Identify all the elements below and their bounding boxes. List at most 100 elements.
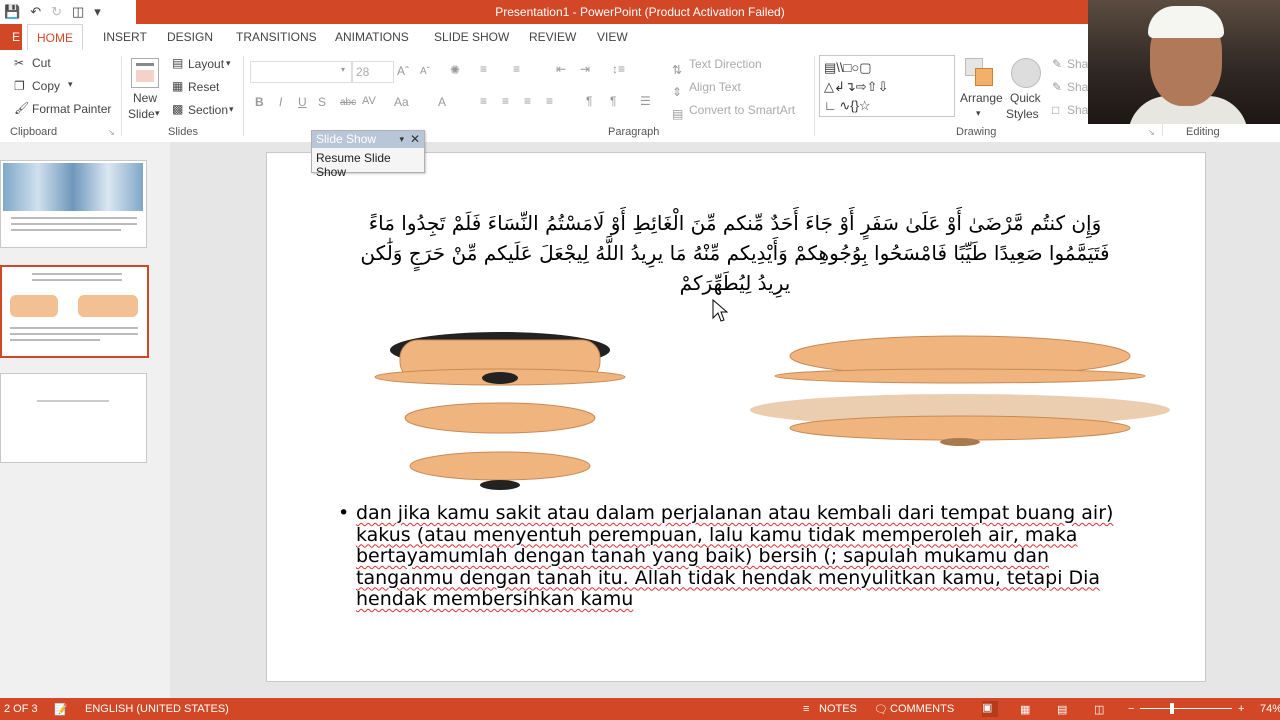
- shape-fill-button[interactable]: Sha: [1067, 57, 1088, 71]
- tayammum-illustration[interactable]: [340, 320, 1200, 500]
- shapes-icon[interactable]: ▤\\□○▢ △↲↴⇨⇧⇩ ∟ ∿{}☆: [820, 56, 954, 117]
- bold-icon[interactable]: B: [255, 95, 264, 109]
- undo-icon[interactable]: ↶: [30, 4, 41, 20]
- toolbar-options-icon[interactable]: ▾: [399, 131, 404, 148]
- slideshow-view-icon[interactable]: ◫: [1094, 703, 1104, 716]
- comments-icon: 🗨: [874, 704, 888, 716]
- tab-home[interactable]: HOME: [27, 24, 83, 51]
- italic-icon[interactable]: I: [279, 95, 282, 109]
- copy-dropdown-icon[interactable]: ▾: [68, 79, 73, 90]
- slide-thumbnail-2[interactable]: [0, 265, 149, 358]
- layout-dropdown-icon[interactable]: ▾: [226, 58, 231, 69]
- section-icon: ▩: [172, 102, 184, 116]
- window-title: Presentation1 - PowerPoint (Product Acti…: [495, 5, 785, 19]
- align-text-button[interactable]: Align Text: [689, 80, 741, 94]
- convert-smartart-button[interactable]: Convert to SmartArt: [689, 103, 795, 117]
- tab-view[interactable]: VIEW: [597, 30, 628, 44]
- redo-icon[interactable]: ↻: [51, 4, 62, 20]
- font-family-dropdown-icon[interactable]: ▾: [341, 65, 345, 74]
- reading-view-icon[interactable]: ▤: [1057, 703, 1067, 716]
- drawing-launcher-icon[interactable]: ↘: [1148, 128, 1155, 137]
- underline-icon[interactable]: U: [298, 95, 307, 109]
- align-center-icon[interactable]: ≡: [502, 94, 509, 108]
- increase-indent-icon[interactable]: ⇥: [580, 62, 590, 76]
- arrange-button[interactable]: Arrange: [960, 91, 1003, 105]
- strikethrough-icon[interactable]: abc: [340, 97, 356, 108]
- decrease-indent-icon[interactable]: ⇤: [556, 62, 566, 76]
- shadow-icon[interactable]: S: [318, 95, 326, 109]
- font-color-icon[interactable]: A: [438, 95, 446, 109]
- language-indicator[interactable]: ENGLISH (UNITED STATES): [85, 703, 229, 715]
- character-spacing-icon[interactable]: AV: [362, 95, 376, 107]
- tab-insert[interactable]: INSERT: [103, 30, 147, 44]
- align-left-icon[interactable]: ≡: [480, 94, 487, 108]
- layout-button[interactable]: Layout: [188, 57, 224, 71]
- slide-show-toolbar-header[interactable]: Slide Show ▾ ✕: [312, 131, 424, 148]
- numbering-icon[interactable]: ≡: [513, 62, 520, 76]
- section-dropdown-icon[interactable]: ▾: [229, 104, 234, 115]
- start-slideshow-icon[interactable]: ◫: [72, 4, 84, 20]
- zoom-level[interactable]: 74%: [1260, 703, 1280, 715]
- ltr-icon[interactable]: ¶: [586, 94, 592, 108]
- new-slide-label[interactable]: New: [133, 91, 157, 105]
- comments-button[interactable]: COMMENTS: [890, 703, 954, 715]
- notes-button[interactable]: NOTES: [819, 703, 857, 715]
- text-direction-button[interactable]: Text Direction: [689, 57, 762, 71]
- section-button[interactable]: Section: [188, 103, 228, 117]
- slide-counter: 2 OF 3: [4, 703, 38, 715]
- quick-styles-label[interactable]: Quick: [1010, 91, 1041, 105]
- rtl-icon[interactable]: ¶: [610, 94, 616, 108]
- quick-styles-button[interactable]: Styles: [1006, 107, 1039, 121]
- shape-effects-button[interactable]: Sha: [1067, 103, 1088, 117]
- format-painter-button[interactable]: Format Painter: [32, 102, 111, 116]
- copy-button[interactable]: Copy: [32, 79, 60, 93]
- tab-slide-show[interactable]: SLIDE SHOW: [434, 30, 509, 44]
- copy-icon: ❐: [14, 79, 25, 93]
- tab-transitions[interactable]: TRANSITIONS: [236, 30, 317, 44]
- save-icon[interactable]: 💾: [4, 4, 20, 20]
- slide-sorter-icon[interactable]: ▦: [1020, 703, 1030, 716]
- columns-icon[interactable]: ☰: [640, 94, 651, 108]
- slide-thumbnail-1[interactable]: [0, 160, 147, 248]
- arrange-dropdown-icon[interactable]: ▾: [976, 108, 981, 119]
- shapes-gallery[interactable]: ▤\\□○▢ △↲↴⇨⇧⇩ ∟ ∿{}☆: [819, 55, 955, 117]
- zoom-slider-track[interactable]: [1140, 708, 1232, 709]
- mouse-cursor: [712, 299, 728, 322]
- justify-icon[interactable]: ≡: [546, 94, 553, 108]
- shape-outline-button[interactable]: Sha: [1067, 80, 1088, 94]
- slide-thumbnails-pane[interactable]: [0, 142, 171, 698]
- cut-button[interactable]: Cut: [32, 56, 51, 70]
- tab-file[interactable]: E: [0, 24, 22, 50]
- change-case-icon[interactable]: Aa: [394, 95, 409, 109]
- line-spacing-icon[interactable]: ↕≡: [612, 62, 625, 76]
- zoom-slider-thumb[interactable]: [1170, 703, 1174, 714]
- normal-view-icon[interactable]: ▣: [982, 701, 998, 717]
- new-slide-dropdown-icon[interactable]: ▾: [155, 108, 160, 119]
- reset-button[interactable]: Reset: [188, 80, 219, 94]
- zoom-out-icon[interactable]: −: [1128, 703, 1134, 715]
- tab-review[interactable]: REVIEW: [529, 30, 576, 44]
- align-right-icon[interactable]: ≡: [524, 94, 531, 108]
- group-label-paragraph: Paragraph: [608, 126, 660, 138]
- clear-formatting-icon[interactable]: ✺: [450, 63, 460, 77]
- font-family-select[interactable]: [250, 61, 352, 83]
- increase-font-icon[interactable]: Aˆ: [397, 64, 409, 78]
- clipboard-launcher-icon[interactable]: ↘: [108, 128, 115, 137]
- presenter-cap: [1148, 6, 1224, 38]
- customize-qat-icon[interactable]: ▾: [94, 4, 101, 20]
- new-slide-button[interactable]: Slide: [128, 107, 155, 121]
- bullets-icon[interactable]: ≡: [480, 62, 487, 76]
- slide-show-toolbar[interactable]: Slide Show ▾ ✕ Resume Slide Show: [311, 130, 425, 179]
- divider: [121, 56, 122, 136]
- slide-thumbnail-3[interactable]: [0, 373, 147, 463]
- tab-design[interactable]: DESIGN: [167, 30, 213, 44]
- zoom-in-icon[interactable]: +: [1238, 703, 1244, 715]
- font-size-select[interactable]: 28: [352, 61, 394, 83]
- tab-animations[interactable]: ANIMATIONS: [335, 30, 409, 44]
- arabic-verse-textbox[interactable]: وَإِن كنتُم مَّرْضَىٰ أَوْ عَلَىٰ سَفَرٍ…: [300, 208, 1170, 298]
- resume-slide-show-button[interactable]: Resume Slide Show: [312, 148, 424, 182]
- close-icon[interactable]: ✕: [410, 131, 420, 148]
- status-bar: 2 OF 3 📝 ENGLISH (UNITED STATES) ≡ NOTES…: [0, 698, 1280, 720]
- spellcheck-icon[interactable]: 📝: [54, 703, 68, 716]
- decrease-font-icon[interactable]: Aˇ: [420, 66, 430, 77]
